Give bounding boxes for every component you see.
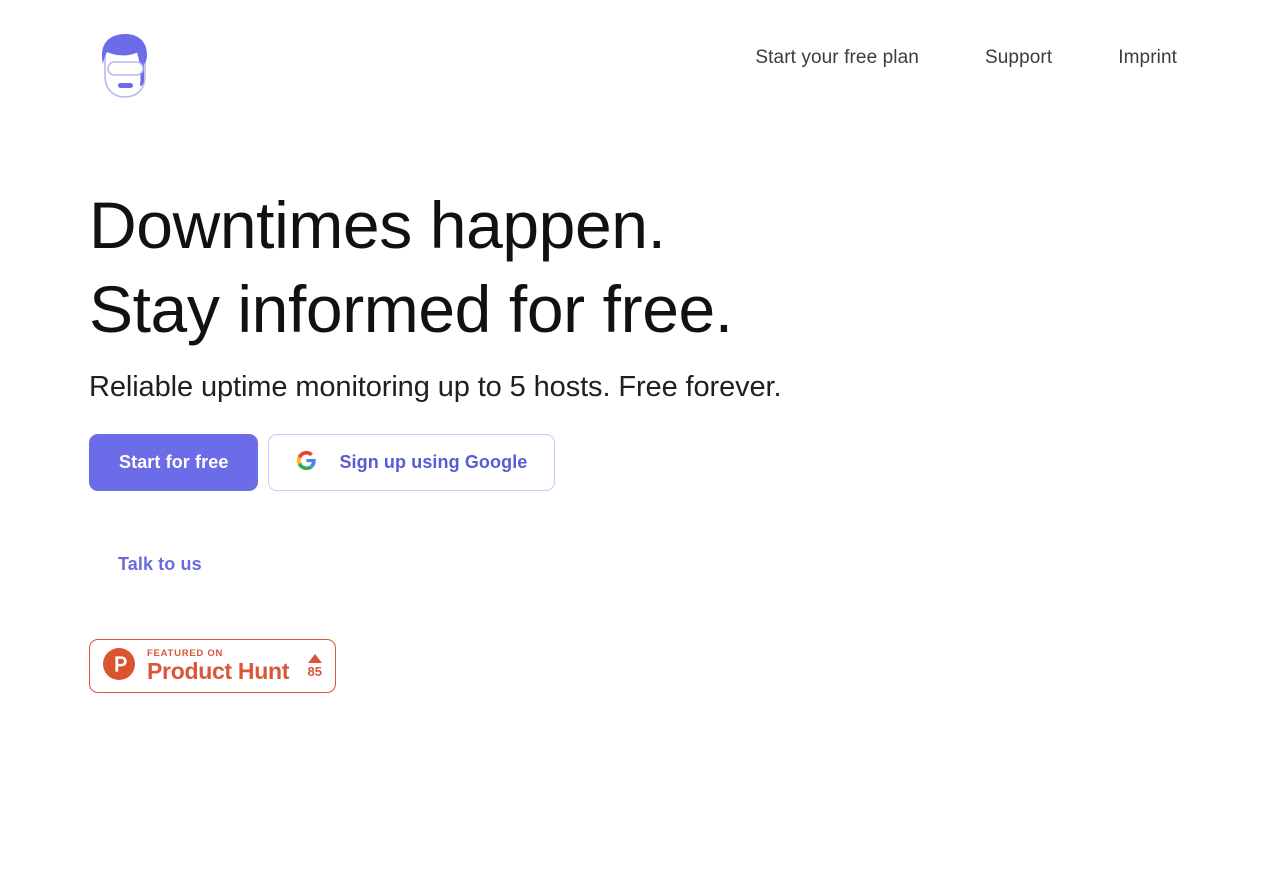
- nav-link-start-your-free-plan[interactable]: Start your free plan: [755, 48, 919, 67]
- product-hunt-badge[interactable]: FEATURED ON Product Hunt 85: [89, 639, 336, 693]
- google-icon: [296, 450, 317, 476]
- main-navigation: Start your free plan Support Imprint: [755, 48, 1177, 67]
- product-hunt-upvotes: 85: [307, 653, 322, 679]
- product-hunt-upvote-count: 85: [307, 663, 322, 679]
- hero-cta-row: Start for free Sign up using Google: [89, 434, 556, 491]
- product-hunt-name: Product Hunt: [147, 658, 290, 684]
- landing-page: Start your free plan Support Imprint Dow…: [0, 0, 1280, 880]
- product-hunt-text: FEATURED ON Product Hunt: [147, 648, 289, 684]
- product-hunt-icon: [102, 647, 136, 686]
- hero-section: Downtimes happen. Stay informed for free…: [89, 183, 989, 406]
- sign-up-with-google-button[interactable]: Sign up using Google: [268, 434, 556, 491]
- talk-to-us-link[interactable]: Talk to us: [118, 554, 202, 575]
- nav-link-support[interactable]: Support: [985, 48, 1052, 67]
- site-logo[interactable]: [89, 28, 161, 100]
- site-header: Start your free plan Support Imprint: [0, 0, 1280, 122]
- start-for-free-button[interactable]: Start for free: [89, 434, 259, 491]
- sign-up-with-google-label: Sign up using Google: [339, 452, 528, 472]
- upvote-triangle-icon: [307, 653, 322, 663]
- nav-link-imprint[interactable]: Imprint: [1118, 48, 1177, 67]
- page-title: Downtimes happen. Stay informed for free…: [89, 183, 989, 351]
- headline-line-2: Stay informed for free.: [89, 272, 733, 346]
- logo-face-icon: [102, 34, 147, 98]
- headline-line-1: Downtimes happen.: [89, 188, 666, 262]
- hero-subheadline: Reliable uptime monitoring up to 5 hosts…: [89, 371, 782, 403]
